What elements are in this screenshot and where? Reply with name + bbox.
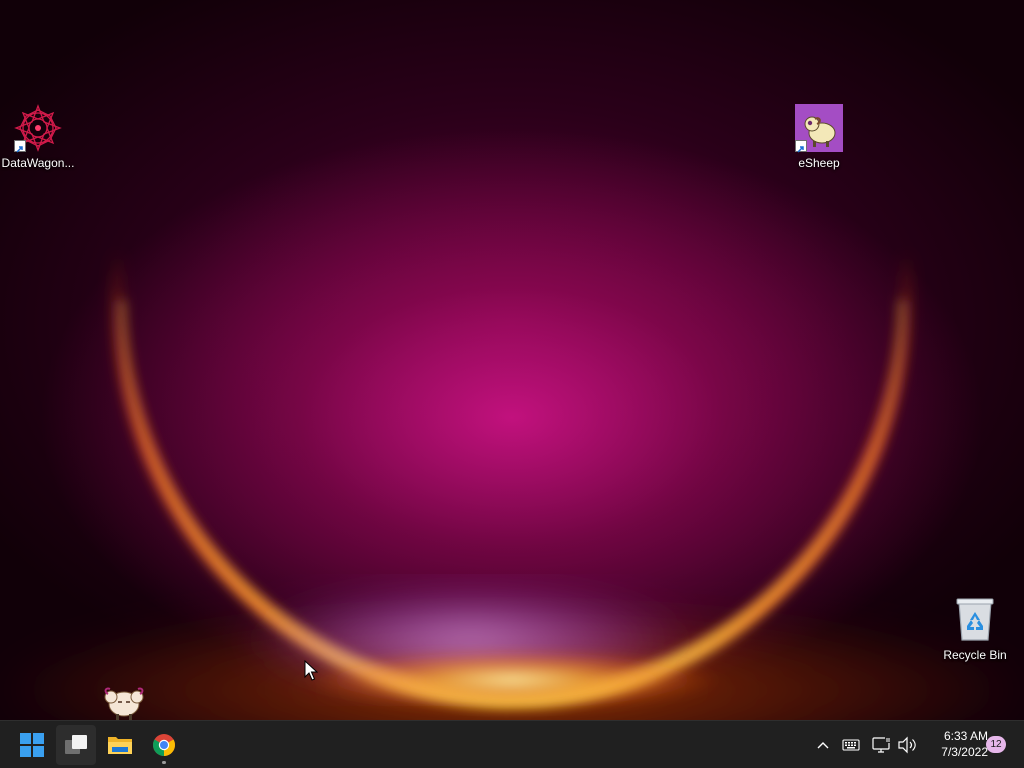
notification-badge[interactable]: 12 [986, 736, 1006, 753]
desktop-icon-recycle-bin[interactable]: Recycle Bin [933, 596, 1017, 662]
file-explorer-button[interactable] [100, 725, 140, 765]
network-status-button[interactable] [870, 733, 894, 757]
chrome-button[interactable] [144, 725, 184, 765]
volume-button[interactable] [895, 733, 919, 757]
desktop-icon-label: DataWagon... [1, 156, 75, 170]
shortcut-arrow-icon [795, 140, 807, 153]
windows-logo-icon [20, 733, 44, 757]
clock-date: 7/3/2022 [941, 745, 988, 759]
esheep-sprite[interactable] [102, 682, 146, 720]
task-view-button[interactable] [56, 725, 96, 765]
desktop-icon-label: eSheep [798, 156, 840, 170]
shortcut-arrow-icon [14, 140, 26, 153]
chrome-icon [153, 734, 175, 756]
mouse-pointer-icon [304, 660, 318, 681]
wallpaper-bloom [0, 249, 1024, 720]
chevron-up-icon [817, 742, 829, 749]
running-indicator [162, 761, 166, 764]
recycle-bin-icon [956, 598, 994, 641]
network-icon [872, 737, 891, 753]
task-view-icon [65, 735, 87, 754]
show-hidden-icons-button[interactable] [811, 733, 835, 757]
folder-icon [108, 737, 132, 754]
start-button[interactable] [12, 725, 52, 765]
desktop[interactable]: DataWagon... eSheep Recycle Bin [0, 0, 1024, 720]
clock-button[interactable]: 6:33 AM 7/3/2022 [926, 728, 988, 760]
desktop-icon-datawagon[interactable]: DataWagon... [0, 104, 80, 170]
keyboard-icon [842, 739, 860, 751]
clock-time: 6:33 AM [943, 729, 988, 743]
desktop-icon-label: Recycle Bin [943, 648, 1007, 662]
touch-keyboard-button[interactable] [839, 733, 863, 757]
taskbar: 6:33 AM 7/3/2022 12 [0, 720, 1024, 768]
desktop-icon-esheep[interactable]: eSheep [777, 104, 861, 170]
volume-icon [898, 736, 916, 754]
